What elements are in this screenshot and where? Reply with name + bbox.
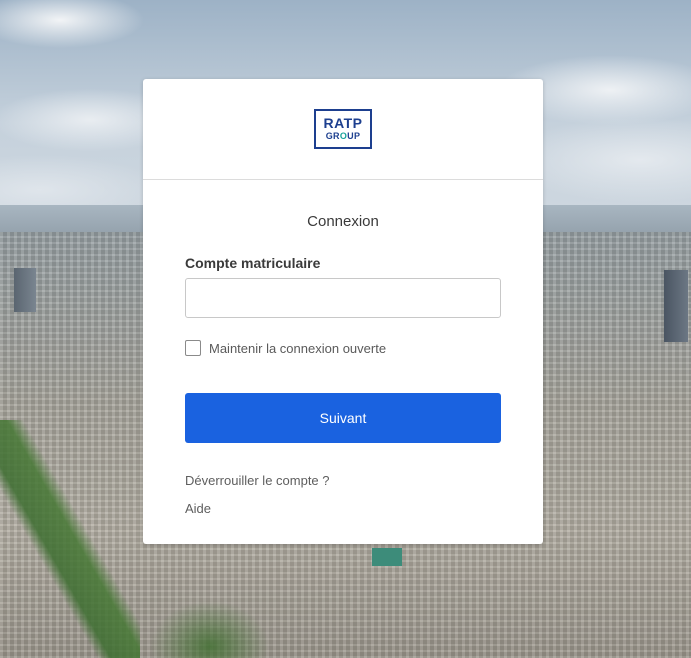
remember-me-label[interactable]: Maintenir la connexion ouverte (209, 341, 386, 356)
logo-text-top: RATP (323, 115, 363, 131)
background-trees-bottom (150, 600, 270, 658)
username-label: Compte matriculaire (185, 255, 321, 271)
unlock-account-link[interactable]: Déverrouiller le compte ? (185, 473, 330, 488)
remember-me-checkbox[interactable] (185, 340, 201, 356)
help-link[interactable]: Aide (185, 501, 211, 516)
username-input[interactable] (185, 278, 501, 318)
background-trees (0, 420, 140, 658)
login-title: Connexion (307, 213, 379, 230)
background-tower-left (14, 268, 36, 312)
ratp-group-logo: RATP GROUP (314, 109, 372, 149)
login-card: RATP GROUP Connexion Compte matriculaire… (143, 79, 543, 544)
logo-text-bottom: GROUP (325, 131, 361, 141)
background-building-roof (372, 548, 402, 566)
remember-me-row[interactable]: Maintenir la connexion ouverte (185, 340, 386, 356)
login-card-header: RATP GROUP (143, 79, 543, 180)
next-button[interactable]: Suivant (185, 393, 501, 443)
background-tower (664, 270, 688, 342)
